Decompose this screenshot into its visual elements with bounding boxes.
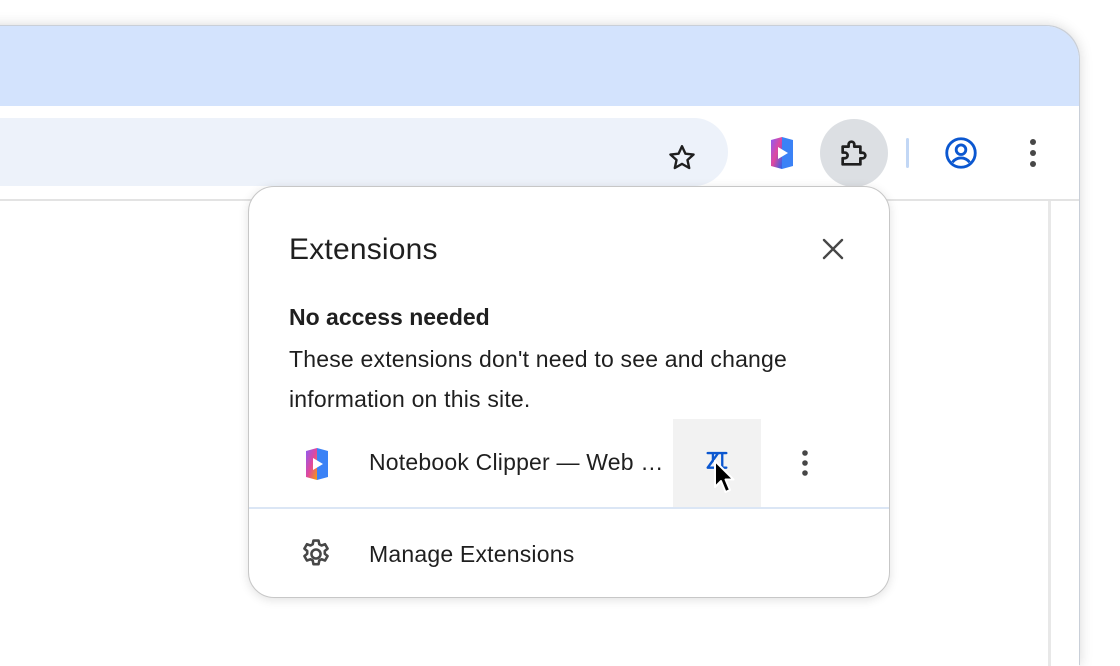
pin-icon bbox=[706, 451, 728, 474]
bookmark-star-icon[interactable] bbox=[660, 136, 704, 180]
page-scrollbar[interactable] bbox=[1048, 201, 1051, 666]
toolbar-divider bbox=[906, 138, 909, 168]
popup-title: Extensions bbox=[289, 233, 438, 266]
tab-strip bbox=[0, 26, 1079, 106]
extension-row[interactable]: Notebook Clipper — Web Clipper bbox=[249, 419, 889, 507]
address-bar[interactable] bbox=[0, 118, 728, 186]
gear-icon bbox=[303, 539, 329, 566]
kebab-menu-icon bbox=[802, 450, 808, 476]
manage-extensions-button[interactable]: Manage Extensions bbox=[249, 509, 889, 597]
extensions-button[interactable] bbox=[820, 119, 888, 187]
close-icon bbox=[822, 238, 844, 260]
puzzle-piece-icon bbox=[841, 140, 867, 166]
close-button[interactable] bbox=[811, 227, 855, 271]
pinned-extension-button[interactable] bbox=[748, 119, 816, 187]
section-description: These extensions don't need to see and c… bbox=[289, 346, 788, 412]
kebab-menu-icon bbox=[1030, 139, 1036, 167]
notebook-clipper-icon bbox=[771, 137, 793, 169]
account-circle-icon bbox=[945, 137, 977, 169]
browser-menu-button[interactable] bbox=[999, 119, 1067, 187]
extension-name[interactable]: Notebook Clipper — Web Clipper bbox=[369, 449, 673, 476]
extension-more-button[interactable] bbox=[783, 441, 827, 485]
manage-extensions-label: Manage Extensions bbox=[369, 541, 575, 567]
section-heading: No access needed bbox=[289, 304, 490, 330]
extensions-menu: Extensions No access needed These extens… bbox=[248, 186, 890, 598]
profile-button[interactable] bbox=[927, 119, 995, 187]
notebook-clipper-icon bbox=[306, 448, 328, 480]
pin-extension-button[interactable] bbox=[673, 419, 761, 507]
